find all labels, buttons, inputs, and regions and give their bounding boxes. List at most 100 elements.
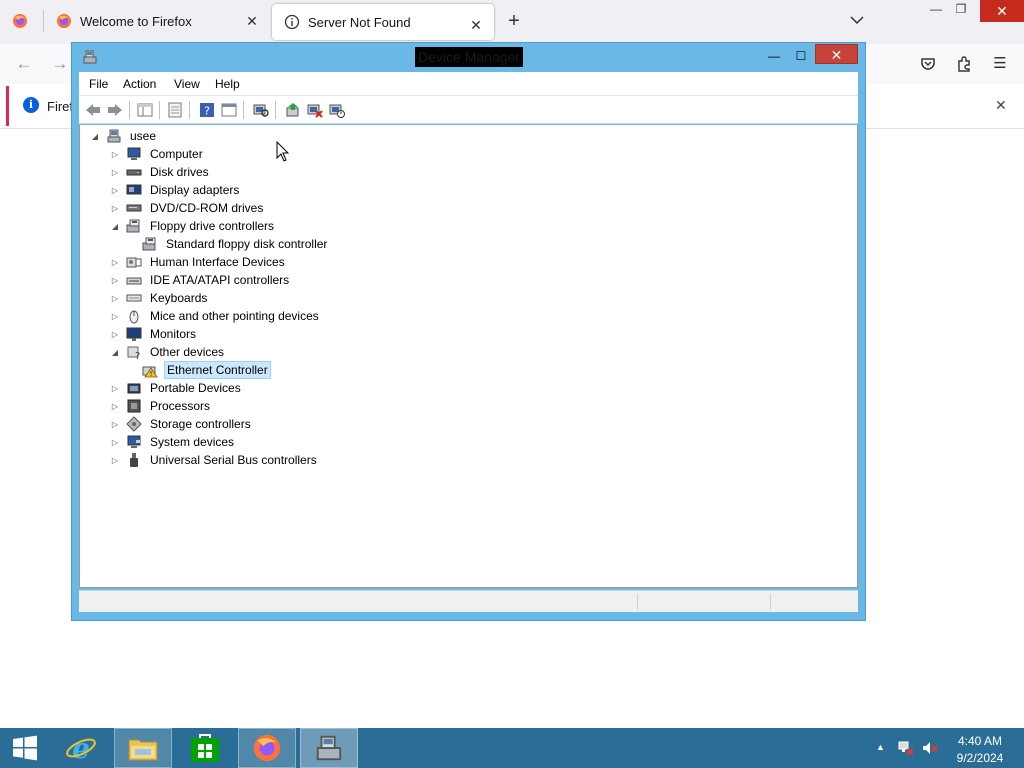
maximize-icon[interactable]: ☐ xyxy=(791,47,811,65)
collapse-icon[interactable]: ◢ xyxy=(110,347,120,357)
expand-icon[interactable]: ▷ xyxy=(110,167,120,177)
expand-icon[interactable]: ▷ xyxy=(110,383,120,393)
scan-hardware-icon[interactable] xyxy=(253,102,269,118)
status-bar xyxy=(79,590,858,612)
browser-tab-strip: Welcome to Firefox ✕ Server Not Found ✕ … xyxy=(0,0,1024,44)
menu-action[interactable]: Action xyxy=(123,77,156,91)
clock-time[interactable]: 4:40 AM xyxy=(950,734,1010,748)
update-driver-icon[interactable] xyxy=(285,102,301,118)
device-manager-icon xyxy=(316,735,342,761)
tree-item[interactable]: ▷ System devices xyxy=(110,433,236,451)
tree-item[interactable]: ▷ Disk drives xyxy=(110,163,211,181)
display-adapter-icon xyxy=(126,184,142,195)
expand-icon[interactable]: ▷ xyxy=(110,401,120,411)
tree-item[interactable]: ▷ DVD/CD-ROM drives xyxy=(110,199,265,217)
expand-icon[interactable]: ▷ xyxy=(110,185,120,195)
expand-icon[interactable]: ▷ xyxy=(110,437,120,447)
forward-arrow-icon[interactable] xyxy=(107,102,123,118)
collapse-icon[interactable]: ◢ xyxy=(90,131,100,141)
processor-icon xyxy=(127,399,141,413)
taskbar-file-explorer[interactable] xyxy=(114,728,172,768)
window-icon[interactable] xyxy=(221,102,237,118)
help-icon[interactable]: ? xyxy=(199,102,215,118)
tree-item[interactable]: ▷ Human Interface Devices xyxy=(110,253,287,271)
back-arrow-icon[interactable]: ← xyxy=(14,54,34,74)
internet-explorer-icon: e xyxy=(66,732,96,764)
forward-arrow-icon[interactable]: → xyxy=(50,54,70,74)
tree-item[interactable]: ▷ Universal Serial Bus controllers xyxy=(110,451,319,469)
expand-icon[interactable]: ▷ xyxy=(110,419,120,429)
expand-icon[interactable]: ▷ xyxy=(110,293,120,303)
taskbar-store[interactable] xyxy=(176,728,234,768)
tab-label: Server Not Found xyxy=(308,14,411,30)
tree-child-item[interactable]: Standard floppy disk controller xyxy=(142,235,329,253)
taskbar: e ▲ 4:40 AM 9/2/2024 xyxy=(0,728,1024,768)
properties-icon[interactable] xyxy=(167,102,183,118)
tree-item[interactable]: ▷ Mice and other pointing devices xyxy=(110,307,321,325)
expand-icon[interactable]: ▷ xyxy=(110,455,120,465)
pocket-icon[interactable] xyxy=(918,54,938,74)
tree-item[interactable]: ◢? Other devices xyxy=(110,343,226,361)
back-arrow-icon[interactable] xyxy=(85,102,101,118)
minimize-icon[interactable]: — xyxy=(925,2,947,22)
uninstall-device-icon[interactable] xyxy=(307,102,323,118)
tab-welcome[interactable]: Welcome to Firefox ✕ xyxy=(44,0,270,42)
menu-icon[interactable]: ☰ xyxy=(990,54,1010,74)
tree-item[interactable]: ▷ Processors xyxy=(110,397,212,415)
tree-child-item[interactable]: ! Ethernet Controller xyxy=(142,361,271,379)
show-hide-tree-icon[interactable] xyxy=(137,102,153,118)
tab-server-not-found[interactable]: Server Not Found ✕ xyxy=(272,4,494,40)
tree-item-label: Storage controllers xyxy=(150,417,251,431)
menu-file[interactable]: File xyxy=(89,77,108,91)
device-tree: ◢ usee ▷ Computer ▷ Disk drives ▷ Display ada… xyxy=(79,125,858,588)
expand-icon[interactable]: ▷ xyxy=(110,275,120,285)
extensions-icon[interactable] xyxy=(954,54,974,74)
close-icon[interactable]: ✕ xyxy=(244,13,260,29)
tree-root[interactable]: ◢ usee xyxy=(90,127,158,145)
expand-icon[interactable]: ▷ xyxy=(110,149,120,159)
tree-item-label: Keyboards xyxy=(150,291,208,305)
expand-icon[interactable]: ▷ xyxy=(110,311,120,321)
mouse-cursor-icon xyxy=(276,141,290,162)
status-divider xyxy=(770,594,771,610)
menu-help[interactable]: Help xyxy=(215,77,240,91)
file-explorer-icon xyxy=(128,739,158,761)
minimize-icon[interactable]: — xyxy=(764,47,784,65)
close-window-button[interactable]: ✕ xyxy=(815,44,858,64)
taskbar-device-manager[interactable] xyxy=(300,728,358,768)
expand-icon[interactable]: ▷ xyxy=(110,329,120,339)
tree-item[interactable]: ◢ Floppy drive controllers xyxy=(110,217,276,235)
tree-item-label: DVD/CD-ROM drives xyxy=(150,201,264,215)
tree-item[interactable]: ▷ Display adapters xyxy=(110,181,241,199)
collapse-icon[interactable]: ◢ xyxy=(110,221,120,231)
taskbar-internet-explorer[interactable]: e xyxy=(52,728,110,768)
tree-item[interactable]: ▷ Portable Devices xyxy=(110,379,243,397)
new-tab-button[interactable]: + xyxy=(504,11,524,31)
start-button[interactable] xyxy=(0,728,50,768)
expand-icon[interactable]: ▷ xyxy=(110,203,120,213)
enable-device-icon[interactable] xyxy=(329,102,345,118)
firefox-icon xyxy=(57,14,71,28)
close-icon[interactable]: ✕ xyxy=(468,17,484,33)
tree-item[interactable]: ▷ Monitors xyxy=(110,325,198,343)
tree-item[interactable]: ▷ Storage controllers xyxy=(110,415,253,433)
tree-item[interactable]: ▷ Computer xyxy=(110,145,205,163)
expand-icon[interactable]: ▷ xyxy=(110,257,120,267)
taskbar-firefox[interactable] xyxy=(238,728,296,768)
restore-icon[interactable]: ❐ xyxy=(950,2,972,22)
clock-date[interactable]: 9/2/2024 xyxy=(950,751,1010,765)
close-window-button[interactable]: ✕ xyxy=(980,0,1024,22)
device-manager-window: Device Manager — ☐ ✕ File Action View He… xyxy=(71,42,866,621)
show-hidden-icons-icon[interactable]: ▲ xyxy=(876,742,885,752)
info-icon xyxy=(284,14,300,30)
volume-muted-icon[interactable] xyxy=(922,740,938,756)
chevron-down-icon[interactable] xyxy=(849,12,865,28)
tree-item[interactable]: ▷ IDE ATA/ATAPI controllers xyxy=(110,271,291,289)
tree-item[interactable]: ▷ Keyboards xyxy=(110,289,209,307)
tab-label: Welcome to Firefox xyxy=(80,13,192,29)
menu-view[interactable]: View xyxy=(174,77,200,91)
tab-firefox-view[interactable] xyxy=(0,0,42,42)
close-icon[interactable]: ✕ xyxy=(995,97,1007,114)
tree-item-label: Other devices xyxy=(150,345,225,359)
network-error-icon[interactable] xyxy=(898,740,914,756)
